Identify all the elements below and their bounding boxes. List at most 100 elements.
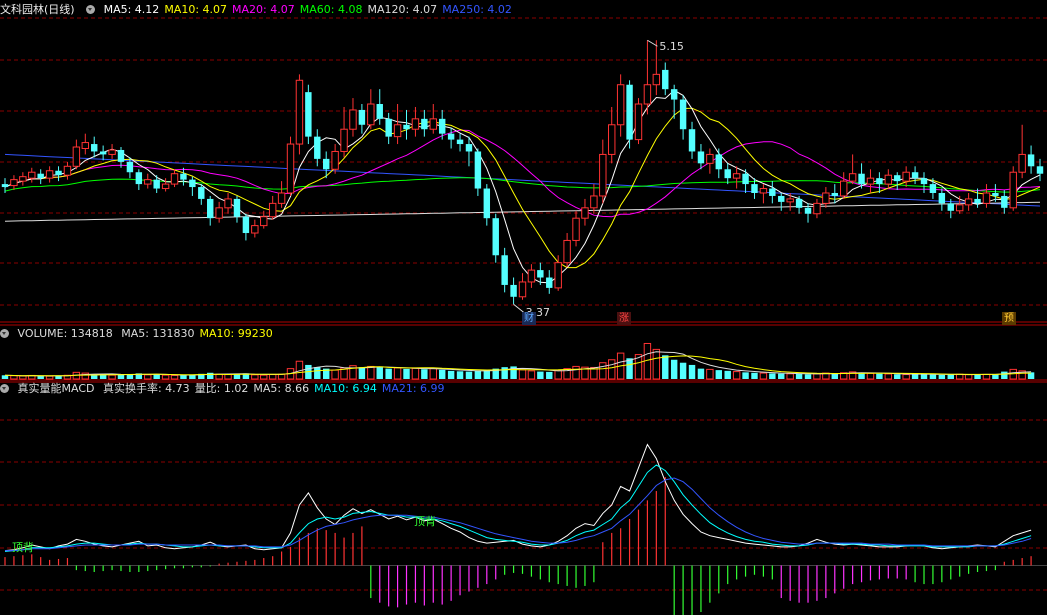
candle[interactable] — [72, 146, 81, 167]
candle[interactable] — [91, 144, 98, 152]
candle[interactable] — [662, 69, 669, 90]
volume-bar[interactable] — [108, 374, 116, 380]
volume-bar[interactable] — [778, 373, 785, 379]
candle[interactable] — [277, 192, 286, 204]
candle[interactable] — [732, 173, 741, 179]
volume-bar[interactable] — [732, 371, 741, 380]
volume-bar[interactable] — [769, 373, 776, 379]
candle[interactable] — [769, 188, 776, 196]
volume-bar[interactable] — [527, 370, 536, 380]
candle[interactable] — [268, 202, 277, 218]
volume-bar[interactable] — [367, 365, 375, 380]
candle[interactable] — [37, 173, 44, 179]
candle[interactable] — [616, 84, 625, 126]
candle[interactable] — [563, 239, 571, 264]
volume-bar[interactable] — [483, 370, 491, 379]
candle[interactable] — [964, 198, 973, 206]
candle[interactable] — [1001, 195, 1008, 208]
volume-bar[interactable] — [751, 372, 758, 379]
candle[interactable] — [911, 172, 919, 179]
volume-bar[interactable] — [947, 374, 954, 379]
candle[interactable] — [447, 133, 455, 140]
candle[interactable] — [483, 188, 491, 219]
volume-bar[interactable] — [447, 370, 455, 379]
candle[interactable] — [572, 217, 580, 241]
candle[interactable] — [340, 128, 348, 152]
volume-bar[interactable] — [474, 370, 482, 379]
candle[interactable] — [63, 165, 72, 176]
volume-bar[interactable] — [964, 374, 973, 380]
volume-bar[interactable] — [662, 355, 669, 379]
dropdown-icon[interactable] — [86, 5, 96, 14]
volume-bar[interactable] — [224, 374, 232, 380]
candle[interactable] — [652, 73, 661, 86]
volume-bar[interactable] — [804, 374, 812, 379]
candle[interactable] — [10, 179, 18, 187]
volume-bar[interactable] — [938, 374, 946, 379]
candle[interactable] — [518, 281, 527, 298]
candle[interactable] — [982, 192, 991, 204]
candle[interactable] — [813, 202, 821, 215]
candle[interactable] — [117, 149, 125, 162]
candle[interactable] — [902, 171, 910, 182]
candle[interactable] — [894, 175, 901, 182]
volume-bar[interactable] — [19, 375, 27, 380]
candle[interactable] — [742, 173, 749, 185]
volume-bar[interactable] — [215, 373, 223, 380]
candle[interactable] — [858, 173, 865, 185]
candle[interactable] — [1009, 171, 1017, 209]
candle[interactable] — [180, 173, 187, 180]
volume-bar[interactable] — [277, 373, 286, 380]
candle[interactable] — [634, 103, 643, 141]
candle[interactable] — [546, 277, 553, 288]
volume-bars[interactable] — [1, 342, 1035, 380]
candle[interactable] — [938, 192, 946, 204]
volume-bar[interactable] — [37, 375, 44, 379]
candle[interactable] — [45, 170, 54, 179]
candle[interactable] — [260, 216, 268, 227]
candle[interactable] — [474, 151, 482, 189]
candle[interactable] — [929, 184, 937, 193]
volume-bar[interactable] — [884, 373, 893, 380]
volume-bar[interactable] — [982, 373, 991, 380]
volume-bar[interactable] — [117, 374, 125, 379]
candle[interactable] — [751, 184, 758, 193]
candle[interactable] — [804, 207, 812, 214]
volume-bar[interactable] — [599, 362, 607, 380]
volume-bar[interactable] — [813, 373, 821, 380]
badge-zhang[interactable]: 涨 — [617, 312, 631, 325]
volume-bar[interactable] — [876, 373, 883, 379]
candle[interactable] — [822, 192, 830, 204]
candle[interactable] — [349, 109, 357, 130]
volume-bar[interactable] — [679, 362, 687, 379]
candle[interactable] — [510, 284, 517, 297]
badge-cai[interactable]: 财 — [522, 312, 536, 325]
chart-canvas[interactable]: 顶背顶背 5.153.37 — [0, 0, 1047, 615]
volume-bar[interactable] — [706, 368, 714, 380]
volume-bar[interactable] — [537, 371, 544, 379]
candle[interactable] — [884, 174, 893, 185]
dropdown-icon[interactable] — [0, 329, 9, 338]
volume-bar[interactable] — [314, 367, 321, 379]
candle[interactable] — [421, 118, 428, 130]
candle[interactable] — [198, 187, 205, 199]
volume-bar[interactable] — [411, 367, 420, 380]
volume-bar[interactable] — [652, 348, 661, 380]
candle[interactable] — [170, 173, 179, 185]
candle[interactable] — [759, 188, 768, 194]
volume-bar[interactable] — [99, 374, 107, 379]
volume-bar[interactable] — [376, 367, 383, 379]
candle[interactable] — [786, 198, 794, 203]
volume-bar[interactable] — [866, 372, 875, 380]
candle[interactable] — [215, 207, 223, 219]
volume-bar[interactable] — [251, 374, 259, 380]
candle[interactable] — [492, 218, 499, 256]
candle[interactable] — [608, 124, 616, 155]
candle[interactable] — [599, 153, 607, 197]
volume-bar[interactable] — [894, 374, 901, 379]
candle[interactable] — [876, 178, 883, 185]
candle[interactable] — [626, 84, 633, 140]
volume-bar[interactable] — [144, 374, 152, 380]
candle[interactable] — [1027, 154, 1035, 167]
candle[interactable] — [697, 151, 705, 164]
